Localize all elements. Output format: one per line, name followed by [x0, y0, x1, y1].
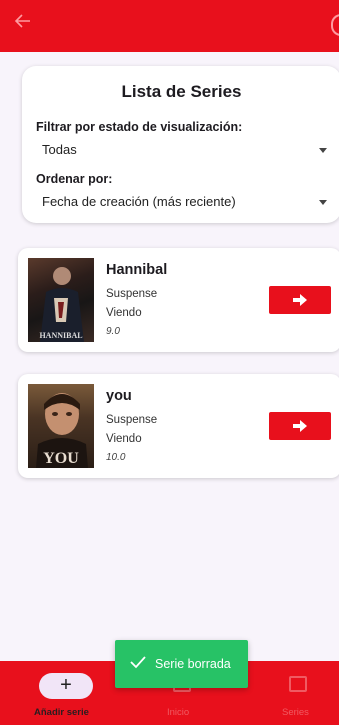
- sort-label: Ordenar por:: [36, 172, 113, 186]
- arrow-left-icon: [14, 14, 30, 28]
- status-filter-label: Filtrar por estado de visualización:: [36, 120, 243, 134]
- poster-caption: YOU: [43, 450, 79, 467]
- series-icon[interactable]: [289, 676, 307, 692]
- menu-icon[interactable]: [331, 14, 339, 36]
- plus-icon: +: [60, 674, 72, 696]
- poster-figure: [40, 267, 84, 342]
- dropdown-arrow-icon: [319, 148, 327, 153]
- add-series-nav-label[interactable]: Añadir serie: [34, 707, 89, 718]
- view-series-button[interactable]: [269, 412, 331, 440]
- arrow-right-icon: [293, 294, 307, 306]
- series-title: you: [106, 388, 132, 404]
- series-nav-label[interactable]: Series: [282, 707, 309, 718]
- series-status: Viendo: [106, 433, 142, 445]
- series-genre: Suspense: [106, 414, 158, 426]
- series-rating: 9.0: [106, 326, 120, 337]
- check-icon: [130, 656, 146, 669]
- page-title: Lista de Series: [121, 82, 242, 101]
- snackbar: Serie borrada: [115, 640, 248, 688]
- series-poster: YOU: [28, 384, 94, 468]
- series-poster: HANNIBAL: [28, 258, 94, 342]
- status-filter-value: Todas: [42, 142, 77, 157]
- sort-value: Fecha de creación (más reciente): [42, 194, 236, 209]
- view-series-button[interactable]: [269, 286, 331, 314]
- home-nav-label[interactable]: Inicio: [167, 707, 189, 718]
- series-title: Hannibal: [106, 262, 168, 278]
- series-card: YOU you Suspense Viendo 10.0: [18, 374, 339, 478]
- arrow-right-icon: [293, 420, 307, 432]
- filter-card: Lista de Series Filtrar por estado de vi…: [22, 66, 339, 223]
- series-rating: 10.0: [106, 452, 126, 463]
- add-series-nav-button[interactable]: +: [39, 673, 93, 699]
- app-bar: [0, 0, 339, 52]
- series-card: HANNIBAL Hannibal Suspense Viendo 9.0: [18, 248, 339, 352]
- dropdown-arrow-icon: [319, 200, 327, 205]
- sort-select[interactable]: Fecha de creación (más reciente): [42, 194, 327, 216]
- poster-caption: HANNIBAL: [39, 331, 83, 340]
- series-status: Viendo: [106, 307, 142, 319]
- series-genre: Suspense: [106, 288, 158, 300]
- status-filter-select[interactable]: Todas: [42, 142, 327, 164]
- back-arrow-icon[interactable]: [14, 12, 38, 36]
- snackbar-message: Serie borrada: [155, 657, 231, 671]
